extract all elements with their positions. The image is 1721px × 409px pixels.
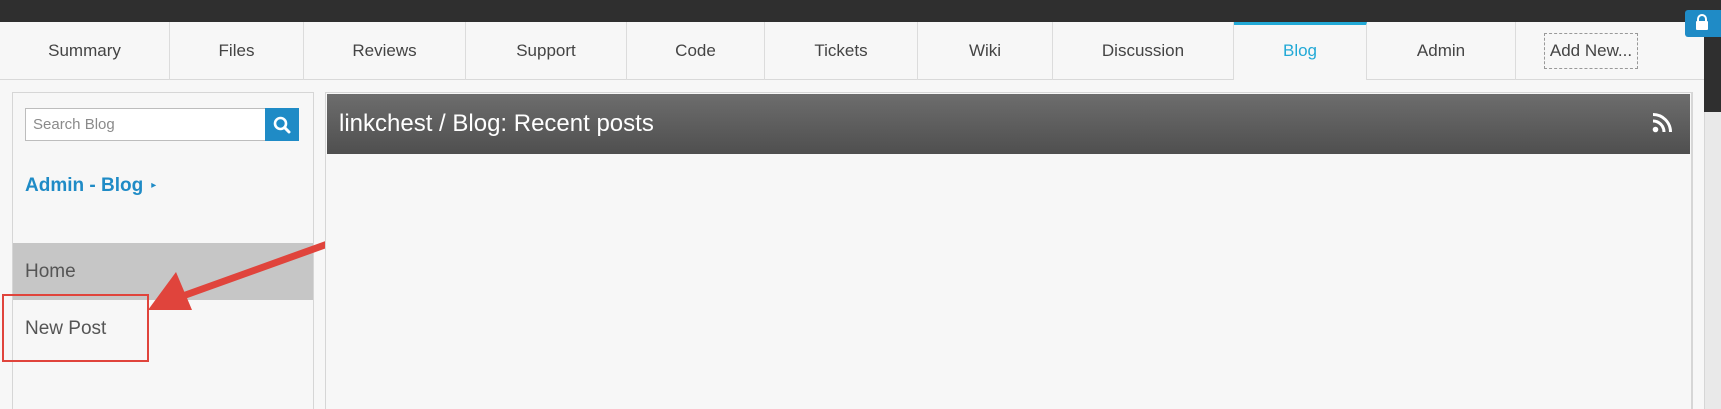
- tab-admin[interactable]: Admin: [1367, 22, 1516, 80]
- tab-code[interactable]: Code: [627, 22, 765, 80]
- annotation-arrow-icon: [148, 233, 351, 310]
- tab-files[interactable]: Files: [170, 22, 304, 80]
- tab-label: Tickets: [814, 41, 868, 60]
- search-icon: [273, 116, 291, 133]
- tab-tickets[interactable]: Tickets: [765, 22, 918, 80]
- sidebar-item-label: Home: [25, 260, 76, 282]
- lock-button[interactable]: [1685, 10, 1721, 37]
- annotation-highlight-box: [2, 294, 149, 362]
- tab-wiki[interactable]: Wiki: [918, 22, 1053, 80]
- right-gutter: [1692, 92, 1704, 409]
- tab-label: Discussion: [1101, 41, 1185, 60]
- tab-label: Admin: [1416, 41, 1466, 60]
- tab-discussion[interactable]: Discussion: [1053, 22, 1234, 80]
- tab-label: Code: [675, 41, 716, 60]
- admin-blog-label: Admin - Blog: [25, 175, 144, 196]
- add-new-button[interactable]: Add New...: [1543, 33, 1639, 69]
- tab-reviews[interactable]: Reviews: [304, 22, 466, 80]
- tab-label: Wiki: [968, 41, 1002, 60]
- tab-label: Files: [218, 41, 255, 60]
- tab-add-new: Add New...: [1516, 22, 1666, 80]
- tab-blog[interactable]: Blog: [1234, 22, 1367, 80]
- search-input[interactable]: [25, 108, 265, 141]
- page-title: linkchest / Blog: Recent posts: [339, 110, 654, 137]
- search-box: [25, 108, 299, 141]
- tab-label: Support: [516, 41, 576, 60]
- scrollbar-thumb[interactable]: [1704, 37, 1721, 112]
- tab-label: Blog: [1282, 41, 1318, 60]
- caret-right-icon: ▸: [151, 180, 157, 191]
- project-tab-bar: Summary Files Reviews Support Code Ticke…: [0, 22, 1704, 80]
- tab-label: Summary: [48, 41, 121, 60]
- panel-header: linkchest / Blog: Recent posts: [327, 94, 1690, 154]
- blog-main-panel: linkchest / Blog: Recent posts: [325, 92, 1692, 409]
- top-bar: [0, 0, 1721, 22]
- tab-summary[interactable]: Summary: [0, 22, 170, 80]
- search-button[interactable]: [265, 108, 299, 141]
- tab-label: Reviews: [352, 41, 417, 60]
- rss-icon[interactable]: [1652, 113, 1672, 133]
- admin-blog-link[interactable]: Admin - Blog ▸: [25, 175, 156, 197]
- scrollbar-track[interactable]: [1704, 112, 1721, 409]
- lock-icon: [1696, 14, 1708, 30]
- tab-support[interactable]: Support: [466, 22, 627, 80]
